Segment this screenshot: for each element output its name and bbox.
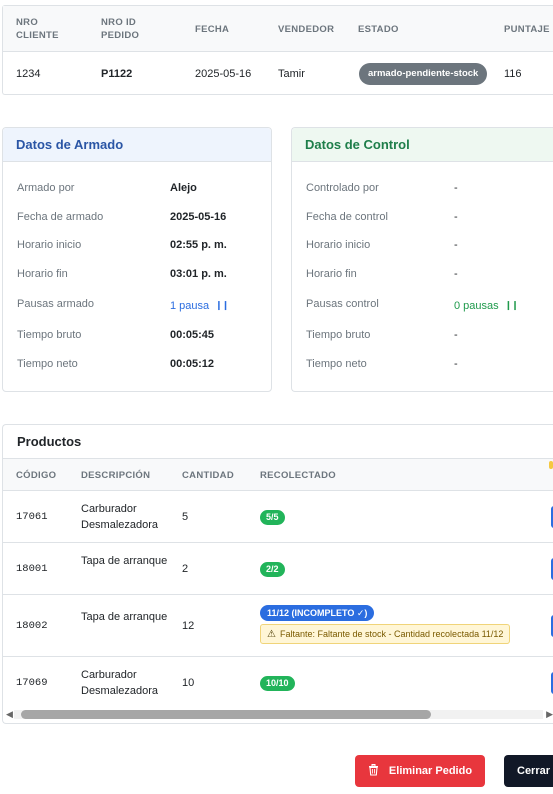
cell-descripcion: Tapa de arranque	[81, 611, 168, 623]
control-label-tiempo-bruto: Tiempo bruto	[306, 329, 371, 341]
header-descripcion: DESCRIPCIÓN	[81, 470, 151, 481]
control-label-pausas: Pausas control	[306, 298, 379, 310]
cell-cantidad: 5	[182, 511, 189, 523]
header-vendedor: VENDEDOR	[278, 24, 335, 35]
armado-value-horario-fin: 03:01 p. m.	[170, 268, 227, 280]
header-fecha: FECHA	[195, 24, 230, 35]
cell-vendedor: Tamir	[278, 68, 305, 80]
cell-cantidad: 10	[182, 677, 195, 689]
control-label-horario-fin: Horario fin	[306, 268, 357, 280]
armado-value-fecha: 2025-05-16	[170, 211, 227, 223]
header-nro-id-line1: NRO ID	[101, 17, 137, 28]
pause-icon: ❙❙	[504, 300, 519, 310]
recolectado-badge: 2/2	[260, 562, 285, 577]
table-horizontal-scrollbar[interactable]: ◀ ▶	[4, 708, 553, 720]
control-value-horario-inicio: -	[454, 239, 458, 251]
control-card-title: Datos de Control	[292, 128, 553, 162]
eliminar-pedido-button[interactable]: Eliminar Pedido	[355, 755, 485, 787]
armado-label-pausas: Pausas armado	[17, 298, 95, 310]
control-value-fecha: -	[454, 211, 458, 223]
header-nro-cliente-line2: CLIENTE	[16, 30, 59, 41]
header-codigo: CÓDIGO	[16, 470, 57, 481]
armado-label-armado-por: Armado por	[17, 182, 75, 194]
header-edge-marker	[549, 461, 553, 469]
control-value-tiempo-neto: -	[454, 358, 458, 370]
cell-fecha: 2025-05-16	[195, 68, 252, 80]
cell-cantidad: 12	[182, 620, 195, 632]
header-nro-id-line2: PEDIDO	[101, 30, 140, 41]
control-value-controlado-por: -	[454, 182, 458, 194]
cell-puntaje: 116	[504, 68, 522, 80]
recolectado-badge: 10/10	[260, 676, 295, 691]
productos-table-header: CÓDIGO DESCRIPCIÓN CANTIDAD RECOLECTADO	[3, 458, 553, 491]
header-puntaje: PUNTAJE	[504, 24, 550, 35]
header-nro-cliente: NRO CLIENTE	[16, 16, 59, 42]
table-row: 17069 Carburador Desmalezadora 10 10/10	[3, 657, 553, 709]
cell-descripcion: Carburador Desmalezadora	[81, 503, 159, 531]
cell-codigo: 18001	[16, 563, 48, 575]
productos-card: Productos CÓDIGO DESCRIPCIÓN CANTIDAD RE…	[2, 424, 553, 724]
control-value-tiempo-bruto: -	[454, 329, 458, 341]
armado-value-tiempo-bruto: 00:05:45	[170, 329, 215, 341]
armado-label-horario-inicio: Horario inicio	[17, 239, 82, 251]
recolectado-badge: 5/5	[260, 510, 285, 525]
armado-label-fecha: Fecha de armado	[17, 211, 104, 223]
control-label-fecha: Fecha de control	[306, 211, 388, 223]
armado-label-tiempo-bruto: Tiempo bruto	[17, 329, 82, 341]
cell-nro-cliente: 1234	[16, 68, 41, 80]
faltante-warning-text: Faltante: Faltante de stock - Cantidad r…	[279, 629, 504, 639]
control-label-horario-inicio: Horario inicio	[306, 239, 371, 251]
table-row: 18001 Tapa de arranque 2 2/2	[3, 543, 553, 595]
cerrar-label: Cerrar	[517, 765, 551, 777]
trash-icon	[368, 757, 379, 789]
armado-value-tiempo-neto: 00:05:12	[170, 358, 215, 370]
cell-descripcion: Tapa de arranque	[81, 555, 168, 567]
table-row: 18002 Tapa de arranque 12 11/12 (INCOMPL…	[3, 595, 553, 657]
faltante-warning: ⚠ Faltante: Faltante de stock - Cantidad …	[260, 624, 511, 644]
productos-title: Productos	[17, 434, 82, 449]
cell-codigo: 18002	[16, 620, 48, 632]
header-estado: ESTADO	[358, 24, 399, 35]
table-row: 17061 Carburador Desmalezadora 5 5/5	[3, 491, 553, 543]
control-pausas-link[interactable]: 0 pausas ❙❙	[454, 300, 519, 312]
cell-codigo: 17069	[16, 677, 48, 689]
status-badge: armado-pendiente-stock	[359, 63, 488, 85]
order-summary-table: NRO CLIENTE NRO ID PEDIDO FECHA VENDEDOR…	[2, 5, 553, 95]
armado-card: Datos de Armado Armado por Alejo Fecha d…	[2, 127, 272, 392]
cell-codigo: 17061	[16, 511, 48, 523]
armado-pausas-link[interactable]: 1 pausa ❙❙	[170, 300, 229, 312]
control-value-horario-fin: -	[454, 268, 458, 280]
header-nro-cliente-line1: NRO	[16, 17, 39, 28]
cell-descripcion: Carburador Desmalezadora	[81, 669, 159, 697]
control-value-pausas: 0 pausas	[454, 300, 499, 312]
control-card: Datos de Control Controlado por - Fecha …	[291, 127, 553, 392]
armado-value-armado-por: Alejo	[170, 182, 197, 194]
armado-label-horario-fin: Horario fin	[17, 268, 68, 280]
control-label-tiempo-neto: Tiempo neto	[306, 358, 367, 370]
armado-label-tiempo-neto: Tiempo neto	[17, 358, 78, 370]
recolectado-badge-incompleto: 11/12 (INCOMPLETO ✓)	[260, 605, 375, 621]
cell-nro-id-pedido: P1122	[101, 68, 133, 80]
pause-icon: ❙❙	[215, 300, 229, 310]
warning-icon: ⚠	[267, 629, 276, 640]
header-cantidad: CANTIDAD	[182, 470, 235, 481]
armado-value-pausas: 1 pausa	[170, 300, 210, 312]
control-label-controlado-por: Controlado por	[306, 182, 379, 194]
armado-value-horario-inicio: 02:55 p. m.	[170, 239, 227, 251]
eliminar-pedido-label: Eliminar Pedido	[388, 765, 473, 777]
cerrar-button[interactable]: Cerrar	[504, 755, 553, 787]
scroll-right-arrow-icon[interactable]: ▶	[546, 708, 553, 720]
header-nro-id-pedido: NRO ID PEDIDO	[101, 16, 139, 42]
order-table-header: NRO CLIENTE NRO ID PEDIDO FECHA VENDEDOR…	[3, 6, 553, 52]
armado-card-title: Datos de Armado	[3, 128, 271, 162]
scroll-left-arrow-icon[interactable]: ◀	[6, 708, 13, 720]
header-recolectado: RECOLECTADO	[260, 470, 336, 481]
cell-cantidad: 2	[182, 563, 189, 575]
scrollbar-thumb[interactable]	[21, 710, 431, 719]
